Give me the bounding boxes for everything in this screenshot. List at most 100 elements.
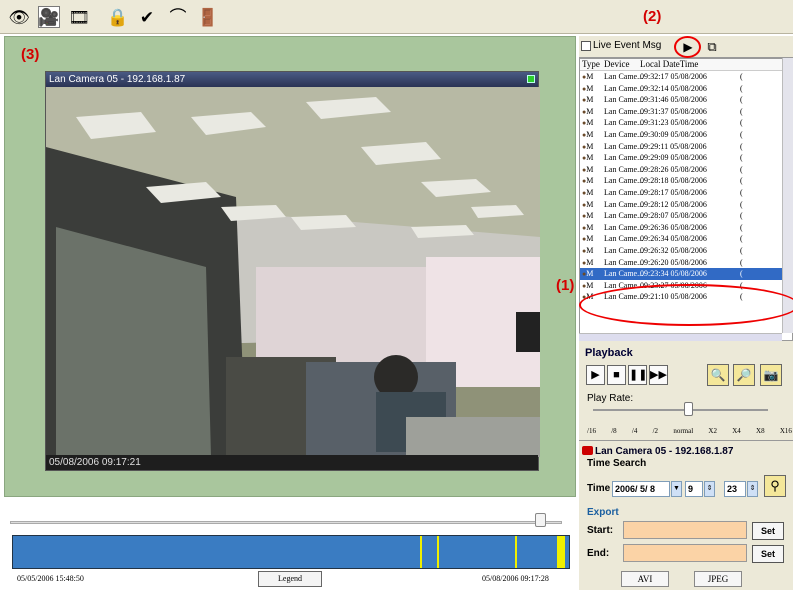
event-device-cell: Lan Came... <box>604 187 644 197</box>
time-search-title: Time Search <box>587 458 647 469</box>
horizontal-scrollbar[interactable] <box>579 333 782 341</box>
event-timeline-bar[interactable] <box>12 535 570 569</box>
event-row[interactable]: MLan Came...09:28:26 05/08/2006 ( <box>580 164 792 176</box>
column-header-datetime[interactable]: Local DateTime <box>640 59 740 70</box>
timeline-event-marker[interactable] <box>437 536 439 568</box>
start-field[interactable] <box>623 521 747 539</box>
detach-icon[interactable]: ⧉ <box>703 38 721 56</box>
timeline-slider-thumb[interactable] <box>535 513 546 527</box>
export-label: Export <box>587 507 619 518</box>
minute-field[interactable]: 23 <box>724 481 746 497</box>
zoom-in-icon[interactable]: 🔍 <box>707 364 729 386</box>
end-field[interactable] <box>623 544 747 562</box>
event-datetime-cell: 09:28:18 05/08/2006 <box>640 176 707 186</box>
minute-spinner[interactable]: ⇕ <box>747 481 758 497</box>
event-type-cell: M <box>580 117 604 129</box>
event-row[interactable]: MLan Came...09:29:09 05/08/2006 ( <box>580 152 792 164</box>
event-device-cell: Lan Came... <box>604 199 644 209</box>
hour-spinner[interactable]: ⇕ <box>704 481 715 497</box>
exit-icon[interactable]: 🚪 <box>197 6 219 28</box>
camera-window[interactable]: Lan Camera 05 - 192.168.1.87 05/08/2006 … <box>45 71 540 471</box>
event-row[interactable]: MLan Came...09:31:37 05/08/2006 ( <box>580 106 792 118</box>
camera-hand-icon[interactable]: 🎥 <box>38 6 60 28</box>
event-device-cell: Lan Came... <box>604 95 644 105</box>
jpeg-export-button[interactable]: JPEG <box>694 571 742 587</box>
event-type-cell: M <box>580 106 604 118</box>
event-row[interactable]: MLan Came...09:32:14 05/08/2006 ( <box>580 83 792 95</box>
event-row[interactable]: MLan Came...09:26:36 05/08/2006 ( <box>580 222 792 234</box>
play-rate-track[interactable] <box>593 409 768 411</box>
event-row[interactable]: MLan Came...09:28:07 05/08/2006 ( <box>580 210 792 222</box>
event-row[interactable]: MLan Came...09:31:23 05/08/2006 ( <box>580 117 792 129</box>
date-field[interactable]: 2006/ 5/ 8 <box>612 481 670 497</box>
timeline-event-marker[interactable] <box>420 536 422 568</box>
event-overflow-cell: ( <box>740 164 743 174</box>
stop-button[interactable]: ■ <box>607 365 626 385</box>
vertical-scrollbar[interactable] <box>782 58 793 333</box>
camera-title: Lan Camera 05 - 192.168.1.87 <box>46 72 538 87</box>
legend-button[interactable]: Legend <box>258 571 322 587</box>
event-datetime-cell: 09:29:09 05/08/2006 <box>640 153 707 163</box>
column-header-type[interactable]: Type <box>580 59 604 70</box>
set-start-button[interactable]: Set <box>752 522 784 540</box>
event-row[interactable]: MLan Came...09:26:32 05/08/2006 ( <box>580 245 792 257</box>
tab-label: Live Event Msg <box>593 40 662 51</box>
event-device-cell: Lan Came... <box>604 211 644 221</box>
event-datetime-cell: 09:30:09 05/08/2006 <box>640 129 707 139</box>
zoom-out-icon[interactable]: 🔎 <box>733 364 755 386</box>
event-row[interactable]: MLan Came...09:31:46 05/08/2006 ( <box>580 94 792 106</box>
snapshot-icon[interactable]: 📷 <box>760 364 782 386</box>
event-row[interactable]: MLan Came...09:26:34 05/08/2006 ( <box>580 233 792 245</box>
event-datetime-cell: 09:31:37 05/08/2006 <box>640 106 707 116</box>
event-row[interactable]: MLan Came...09:29:11 05/08/2006 ( <box>580 141 792 153</box>
event-row[interactable]: MLan Came...09:28:17 05/08/2006 ( <box>580 187 792 199</box>
event-overflow-cell: ( <box>740 269 743 279</box>
play-rate-ticks: /16/8/4/2 normal X2 X4 X8 X16 <box>587 427 792 435</box>
event-device-cell: Lan Came... <box>604 234 644 244</box>
event-row[interactable]: MLan Came...09:28:12 05/08/2006 ( <box>580 199 792 211</box>
play-rate-label: Play Rate: <box>587 393 634 404</box>
event-type-cell: M <box>580 199 604 211</box>
set-end-button[interactable]: Set <box>752 545 784 563</box>
avi-export-button[interactable]: AVI <box>621 571 669 587</box>
check-tools-icon[interactable]: ✔ <box>136 6 158 28</box>
event-type-cell: M <box>580 257 604 269</box>
event-row[interactable]: MLan Came...09:32:17 05/08/2006 ( <box>580 71 792 83</box>
event-datetime-cell: 09:29:11 05/08/2006 <box>640 141 707 151</box>
event-type-cell: M <box>580 71 604 83</box>
event-overflow-cell: ( <box>740 199 743 209</box>
event-overflow-cell: ( <box>740 72 743 81</box>
step-forward-button[interactable]: ▶▶ <box>649 365 668 385</box>
event-type-cell: M <box>580 210 604 222</box>
search-icon[interactable]: ⚲ <box>764 475 786 497</box>
status-indicator-icon <box>527 75 535 83</box>
play-rate-thumb[interactable] <box>684 402 693 416</box>
playback-panel: Playback ▶ ■ ❚❚ ▶▶ 🔍 🔎 📷 Play Rate: /16/… <box>579 343 793 439</box>
timeline-event-marker[interactable] <box>515 536 517 568</box>
event-device-cell: Lan Came... <box>604 245 644 255</box>
callout-3: (3) <box>21 46 40 63</box>
tab-live-event-msg[interactable]: Live Event Msg <box>581 40 661 51</box>
event-device-cell: Lan Came... <box>604 153 644 163</box>
timeline-slider-track[interactable] <box>10 521 562 524</box>
eye-icon[interactable]: 👁 <box>8 6 30 28</box>
column-header-device[interactable]: Device <box>604 59 640 70</box>
event-datetime-cell: 09:26:32 05/08/2006 <box>640 245 707 255</box>
event-row[interactable]: MLan Came...09:23:34 05/08/2006 ( <box>580 268 792 280</box>
play-button[interactable]: ▶ <box>586 365 605 385</box>
event-type-cell: M <box>580 175 604 187</box>
film-icon[interactable]: 🎞 <box>68 6 90 28</box>
event-row[interactable]: MLan Came...09:26:20 05/08/2006 ( <box>580 257 792 269</box>
arc-icon[interactable]: ⌒ <box>167 6 189 28</box>
time-label: Time <box>587 483 611 494</box>
event-datetime-cell: 09:26:20 05/08/2006 <box>640 257 707 267</box>
pause-button[interactable]: ❚❚ <box>628 365 647 385</box>
date-dropdown-icon[interactable]: ▼ <box>671 481 682 497</box>
lock-icon[interactable]: 🔒 <box>107 6 129 28</box>
event-row[interactable]: MLan Came...09:30:09 05/08/2006 ( <box>580 129 792 141</box>
hour-field[interactable]: 9 <box>685 481 703 497</box>
time-search-camera: Lan Camera 05 - 192.168.1.87 <box>595 446 734 457</box>
timeline-slider[interactable] <box>8 508 570 530</box>
event-row[interactable]: MLan Came...09:28:18 05/08/2006 ( <box>580 175 792 187</box>
timeline-event-marker[interactable] <box>557 536 565 568</box>
